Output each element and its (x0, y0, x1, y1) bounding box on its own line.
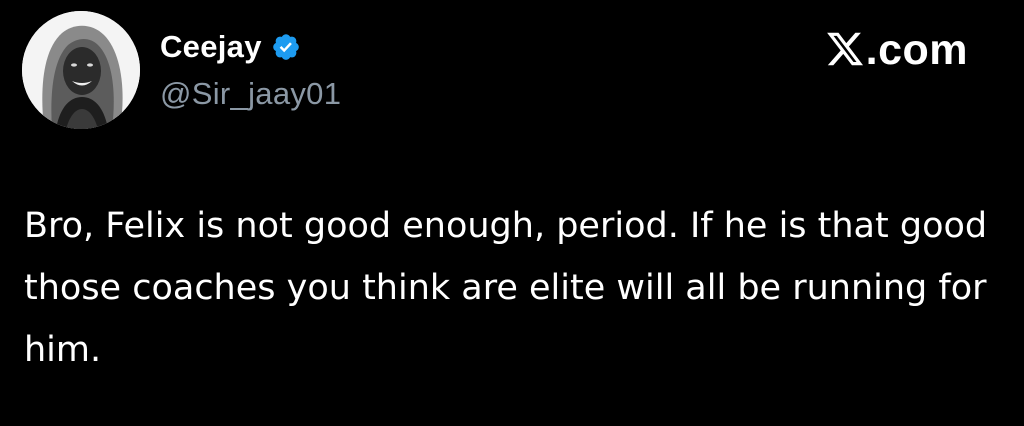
profile-photo (22, 11, 140, 129)
user-info: Ceejay @Sir_jaay01 (160, 26, 341, 112)
x-logo-icon (825, 29, 865, 69)
brand-domain-text: .com (865, 26, 968, 74)
name-row: Ceejay (160, 26, 341, 68)
tweet-card: Ceejay @Sir_jaay01 .com Bro, Felix is no… (0, 0, 1024, 426)
user-handle[interactable]: @Sir_jaay01 (160, 76, 341, 112)
tweet-body: Bro, Felix is not good enough, period. I… (24, 206, 988, 370)
brand-watermark: .com (825, 24, 968, 75)
verified-badge-icon (271, 32, 301, 62)
avatar[interactable] (22, 11, 140, 129)
display-name[interactable]: Ceejay (160, 29, 262, 65)
